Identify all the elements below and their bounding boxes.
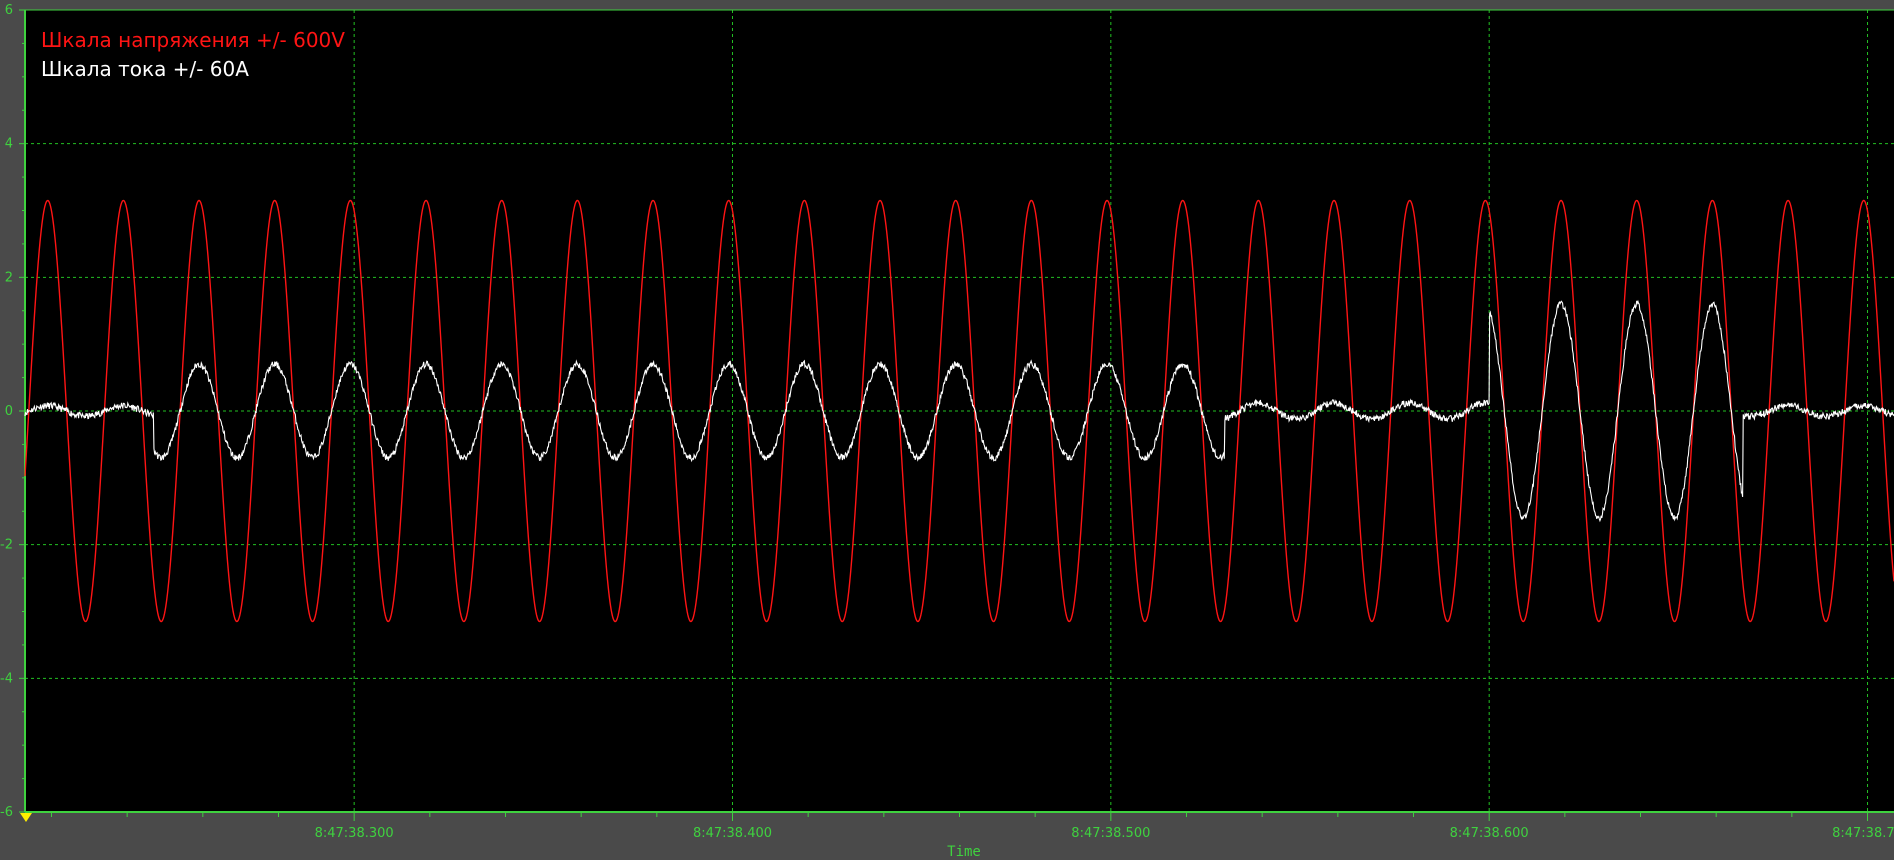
- oscilloscope-chart: 6 4 2 0 -2 -4 -6 8:47:38.300 8:47:38.400 8:47:38.…: [0, 0, 1894, 860]
- y-tick-label: 0: [5, 404, 13, 419]
- x-tick-label: 8:47:38.400: [693, 826, 772, 841]
- y-tick-label: 2: [5, 270, 13, 285]
- y-tick-label: 4: [5, 137, 13, 152]
- y-tick-label: 6: [5, 3, 13, 18]
- y-tick-label: -2: [0, 538, 13, 553]
- x-tick-label: 8:47:38.600: [1450, 826, 1529, 841]
- x-tick-label: 8:47:38.300: [315, 826, 394, 841]
- legend-voltage-scale: Шкала напряжения +/- 600V: [41, 28, 345, 52]
- plot-area: [25, 10, 1894, 812]
- y-tick-label: -4: [0, 671, 13, 686]
- x-tick-label: 8:47:38.500: [1071, 826, 1150, 841]
- legend-current-scale: Шкала тока +/- 60A: [41, 57, 249, 81]
- y-tick-label: -6: [0, 805, 13, 820]
- x-tick-label: 8:47:38.70: [1832, 826, 1894, 841]
- x-axis-title: Time: [947, 844, 981, 860]
